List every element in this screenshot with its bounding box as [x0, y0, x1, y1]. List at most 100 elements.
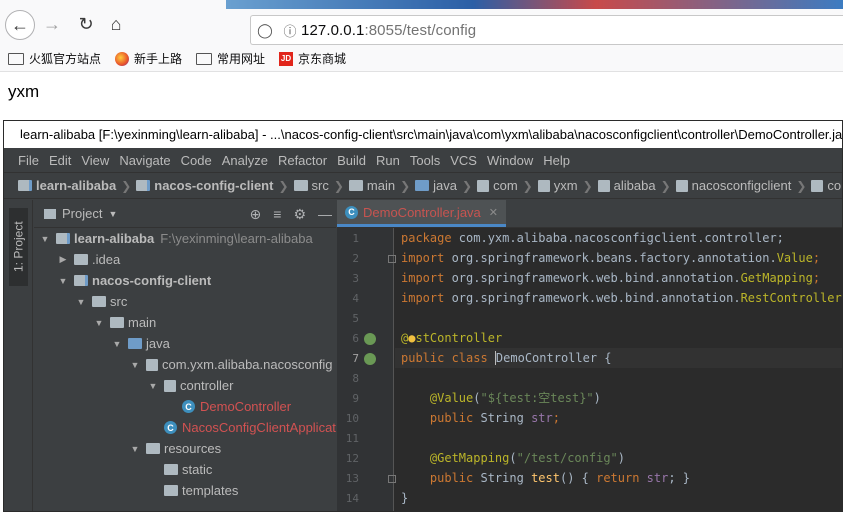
- breadcrumb-item[interactable]: nacosconfigclient: [675, 178, 791, 193]
- package-icon: [537, 179, 550, 192]
- line-number: 6: [352, 332, 359, 345]
- tree-item-src[interactable]: ▼ src: [34, 291, 336, 312]
- code-area[interactable]: package com.yxm.alibaba.nacosconfigclien…: [395, 228, 842, 511]
- code-line-6: @●stController: [401, 331, 503, 345]
- tree-item-learn-alibaba[interactable]: ▼ learn-alibaba F:\yexinming\learn-alibaba: [34, 228, 336, 249]
- tree-item-package[interactable]: ▼ com.yxm.alibaba.nacosconfig: [34, 354, 336, 375]
- menu-refactor[interactable]: Refactor: [278, 153, 327, 168]
- project-tool-tab[interactable]: 1: Project: [9, 208, 28, 286]
- breadcrumb-item[interactable]: java: [415, 178, 457, 193]
- tree-item-application[interactable]: C NacosConfigClientApplicat: [34, 417, 336, 438]
- shield-icon[interactable]: ◯: [251, 22, 279, 39]
- forward-arrow-icon[interactable]: →: [40, 12, 64, 36]
- spring-bean-icon[interactable]: [364, 353, 376, 365]
- code-line-10: public String str;: [429, 411, 560, 425]
- expanded-arrow-icon[interactable]: ▼: [128, 360, 142, 370]
- reload-icon[interactable]: ↻: [74, 12, 98, 36]
- source-folder-icon: [128, 338, 142, 349]
- menu-vcs[interactable]: VCS: [450, 153, 477, 168]
- chevron-right-icon: ❯: [121, 178, 132, 193]
- code-line-14: }: [401, 491, 409, 505]
- tree-item-idea[interactable]: ▶ .idea: [34, 249, 336, 270]
- editor-gutter: 1 2 3 4 5 6 7 8 9 10 11 12 13 14: [337, 228, 396, 511]
- menu-code[interactable]: Code: [181, 153, 212, 168]
- menu-help[interactable]: Help: [543, 153, 570, 168]
- line-number: 14: [345, 492, 359, 505]
- collapse-all-icon[interactable]: ≡: [273, 206, 281, 223]
- menu-window[interactable]: Window: [487, 153, 533, 168]
- collapsed-arrow-icon[interactable]: ▶: [56, 254, 70, 265]
- menu-analyze[interactable]: Analyze: [222, 153, 268, 168]
- spring-bean-icon[interactable]: [364, 333, 376, 345]
- tree-item-resources[interactable]: ▼ resources: [34, 438, 336, 459]
- code-line-3: import org.springframework.web.bind.anno…: [401, 271, 821, 285]
- editor-tab-democontroller[interactable]: C DemoController.java ✕: [337, 200, 506, 227]
- tree-item-static[interactable]: static: [34, 459, 336, 480]
- url-bar[interactable]: ◯ ⓘ 127.0.0.1:8055/test/config: [250, 15, 843, 45]
- caret-down-icon[interactable]: ▼: [108, 209, 117, 219]
- tree-item-java[interactable]: ▼ java: [34, 333, 336, 354]
- minimize-icon[interactable]: —: [318, 206, 332, 223]
- bookmark-jd[interactable]: JD 京东商城: [279, 50, 346, 67]
- line-number: 10: [345, 412, 359, 425]
- tree-item-controller[interactable]: ▼ controller: [34, 375, 336, 396]
- bookmark-common-sites[interactable]: 常用网址: [196, 50, 265, 67]
- code-editor: C DemoController.java ✕ 1 2 3 4 5 6 7 8 …: [337, 200, 842, 511]
- expanded-arrow-icon[interactable]: ▼: [74, 297, 88, 307]
- menu-build[interactable]: Build: [337, 153, 366, 168]
- project-panel: Project ▼ ⊕ ≡ ⚙ — ▼ learn-alibaba F:\yexin…: [34, 200, 336, 511]
- menu-tools[interactable]: Tools: [410, 153, 440, 168]
- menu-view[interactable]: View: [81, 153, 109, 168]
- editor-tab-bar: C DemoController.java ✕: [337, 200, 842, 228]
- bookmarks-toolbar: 火狐官方站点 新手上路 常用网址 JD 京东商城: [0, 46, 843, 72]
- chevron-right-icon: ❯: [796, 178, 807, 193]
- breadcrumb-item[interactable]: learn-alibaba: [18, 178, 116, 193]
- breadcrumb-item[interactable]: src: [293, 178, 329, 193]
- chevron-right-icon: ❯: [462, 178, 473, 193]
- bookmark-firefox-site[interactable]: 火狐官方站点: [8, 50, 101, 67]
- line-number: 12: [345, 452, 359, 465]
- close-icon[interactable]: ✕: [489, 206, 498, 219]
- menu-run[interactable]: Run: [376, 153, 400, 168]
- expanded-arrow-icon[interactable]: ▼: [38, 234, 52, 244]
- locate-icon[interactable]: ⊕: [250, 206, 262, 223]
- jd-icon: JD: [279, 51, 294, 66]
- info-icon[interactable]: ⓘ: [279, 21, 301, 40]
- back-arrow-icon[interactable]: ←: [5, 10, 35, 40]
- breadcrumb-item[interactable]: com: [477, 178, 518, 193]
- breadcrumb: learn-alibaba ❯ nacos-config-client ❯ src ❯…: [4, 172, 842, 199]
- url-text[interactable]: 127.0.0.1:8055/test/config: [301, 22, 476, 39]
- resources-folder-icon: [146, 443, 160, 454]
- line-number: 13: [345, 472, 359, 485]
- home-icon[interactable]: ⌂: [104, 12, 128, 36]
- expanded-arrow-icon[interactable]: ▼: [110, 339, 124, 349]
- breadcrumb-item[interactable]: alibaba: [597, 178, 656, 193]
- line-number: 7: [352, 352, 359, 365]
- code-line-7: public class DemoController {: [395, 348, 842, 368]
- code-line-1: package com.yxm.alibaba.nacosconfigclien…: [401, 231, 784, 245]
- bookmark-getting-started[interactable]: 新手上路: [115, 50, 182, 67]
- source-folder-icon: [415, 180, 430, 191]
- menu-edit[interactable]: Edit: [49, 153, 71, 168]
- menu-file[interactable]: File: [18, 153, 39, 168]
- chevron-right-icon: ❯: [660, 178, 671, 193]
- code-line-2: import org.springframework.beans.factory…: [401, 251, 821, 265]
- folder-icon: [74, 254, 88, 265]
- gear-icon[interactable]: ⚙: [293, 206, 306, 223]
- menu-navigate[interactable]: Navigate: [119, 153, 170, 168]
- breadcrumb-item[interactable]: main: [348, 178, 395, 193]
- ide-window: learn-alibaba [F:\yexinming\learn-alibab…: [3, 120, 843, 512]
- breadcrumb-item[interactable]: nacos-config-client: [136, 178, 273, 193]
- project-view-selector[interactable]: Project: [62, 206, 102, 221]
- tree-item-nacos-config-client[interactable]: ▼ nacos-config-client: [34, 270, 336, 291]
- breadcrumb-item[interactable]: controller: [811, 178, 842, 193]
- expanded-arrow-icon[interactable]: ▼: [56, 276, 70, 286]
- package-icon: [146, 358, 158, 371]
- expanded-arrow-icon[interactable]: ▼: [146, 381, 160, 391]
- expanded-arrow-icon[interactable]: ▼: [128, 444, 142, 454]
- tree-item-democontroller[interactable]: C DemoController: [34, 396, 336, 417]
- breadcrumb-item[interactable]: yxm: [537, 178, 578, 193]
- tree-item-templates[interactable]: templates: [34, 480, 336, 501]
- expanded-arrow-icon[interactable]: ▼: [92, 318, 106, 328]
- tree-item-main[interactable]: ▼ main: [34, 312, 336, 333]
